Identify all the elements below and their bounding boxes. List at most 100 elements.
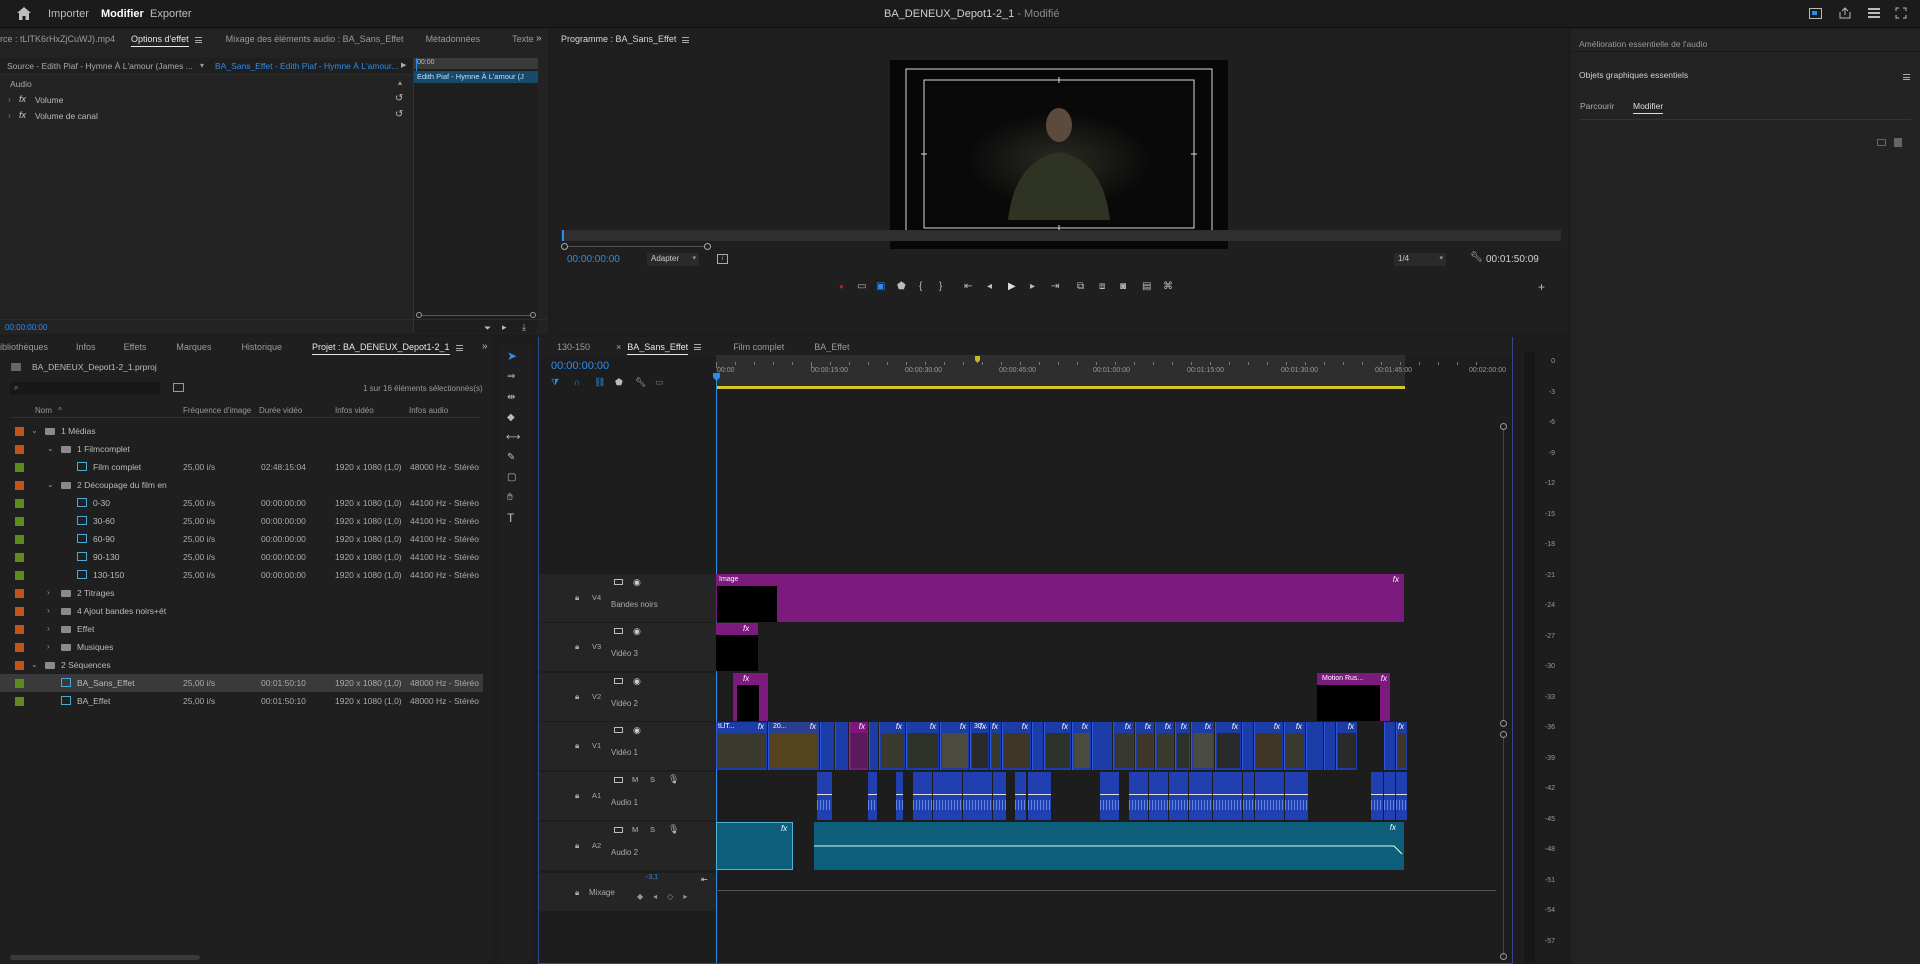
project-item-row[interactable]: BA_Sans_Effet 25,00 i/s 00:01:50:10 1920 x … — [0, 674, 483, 692]
label-color-swatch[interactable] — [15, 643, 24, 652]
v1-clip[interactable]: fx — [1175, 722, 1190, 770]
v1-clip[interactable] — [1032, 722, 1043, 770]
lock-icon[interactable]: 🔒︎ — [575, 741, 579, 751]
project-item-row[interactable]: 130-150 25,00 i/s 00:00:00:00 1920 x 1080 (… — [0, 566, 483, 584]
sync-lock-icon[interactable] — [614, 628, 623, 634]
search-input[interactable]: ⌕ — [10, 382, 160, 395]
workspaces-icon[interactable] — [1868, 8, 1880, 18]
sync-lock-icon[interactable] — [614, 678, 623, 684]
snap-icon[interactable]: ∩ — [574, 377, 580, 387]
project-item-row[interactable]: 0-30 25,00 i/s 00:00:00:00 1920 x 1080 (1,0… — [0, 494, 483, 512]
a1-clip[interactable] — [1100, 772, 1119, 820]
tab-metadata[interactable]: Métadonnées — [418, 29, 489, 49]
tab-edit[interactable]: Modifier — [1633, 101, 1664, 114]
volume-rubber-band[interactable] — [913, 794, 932, 795]
label-color-swatch[interactable] — [15, 445, 24, 454]
play-icon[interactable]: ▶ — [1008, 282, 1016, 292]
microphone-icon[interactable]: 🎙︎ — [668, 774, 679, 785]
keyframe-nav-icons[interactable]: ◆◂◇▸ — [637, 892, 697, 901]
track-id[interactable]: V1 — [592, 741, 601, 750]
more-panels-icon[interactable]: » — [482, 342, 488, 352]
volume-rubber-band[interactable] — [993, 794, 1006, 795]
mark-in-icon[interactable]: { — [919, 282, 922, 292]
label-color-swatch[interactable] — [15, 427, 24, 436]
v1-clip[interactable]: fx — [990, 722, 1001, 770]
expand-arrow-icon[interactable]: › — [47, 584, 50, 602]
v1-clip[interactable]: fx — [1155, 722, 1174, 770]
lock-icon[interactable]: 🔒︎ — [575, 888, 579, 898]
time-ruler[interactable]: 00:00 00:00:15:00 00:00:30:00 00:00:45:00 00… — [716, 355, 1506, 389]
eye-icon[interactable]: ◉ — [633, 676, 641, 687]
v1-clip[interactable]: fx — [879, 722, 905, 770]
v1-clip[interactable]: fx — [906, 722, 939, 770]
a1-clip[interactable] — [1189, 772, 1212, 820]
collapse-arrow-icon[interactable]: ⌄ — [31, 422, 38, 440]
project-folder-row[interactable]: › Musiques — [0, 638, 483, 656]
lock-icon[interactable]: 🔒︎ — [575, 841, 579, 851]
v1-clip[interactable] — [1384, 722, 1395, 770]
track-header-v3[interactable]: 🔒︎ V3 Vidéo 3 ◉ — [539, 623, 716, 671]
mute-button[interactable]: M — [632, 825, 638, 834]
label-color-swatch[interactable] — [15, 661, 24, 670]
eye-icon[interactable]: ◉ — [633, 577, 641, 588]
horizontal-scrollbar[interactable] — [10, 955, 200, 960]
fit-dropdown[interactable]: Adapter ▾ — [647, 253, 699, 266]
sync-lock-icon[interactable] — [614, 777, 623, 783]
delete-layer-icon[interactable] — [1894, 138, 1902, 147]
track-select-tool-icon[interactable]: ⇒ — [507, 372, 515, 382]
program-timecode[interactable]: 00:00:00:00 — [567, 254, 620, 265]
tab-seq-ba-sans-effet[interactable]: × BA_Sans_Effet — [608, 337, 709, 357]
work-area-bar[interactable] — [716, 386, 1405, 389]
timeline-timecode[interactable]: 00:00:00:00 — [551, 360, 609, 372]
volume-rubber-band[interactable] — [1243, 794, 1254, 795]
tab-project[interactable]: Projet : BA_DENEUX_Depot1-2_1 — [304, 337, 471, 357]
project-item-row[interactable]: Film complet 25,00 i/s 02:48:15:04 1920 x 1… — [0, 458, 483, 476]
extract-icon[interactable]: ⧈ — [1099, 282, 1105, 292]
program-video-frame[interactable] — [890, 60, 1228, 249]
solo-button[interactable]: S — [650, 775, 655, 784]
lock-icon[interactable]: 🔒︎ — [575, 593, 579, 603]
hand-tool-icon[interactable]: ✋︎ — [507, 493, 513, 503]
step-back-icon[interactable]: ◂ — [987, 282, 992, 292]
a2-clip-2[interactable]: fx — [814, 822, 1404, 870]
project-item-row[interactable]: 30-60 25,00 i/s 00:00:00:00 1920 x 1080 (1,… — [0, 512, 483, 530]
microphone-icon[interactable]: 🎙︎ — [668, 824, 679, 835]
volume-rubber-band[interactable] — [963, 794, 992, 795]
volume-rubber-band[interactable] — [1285, 794, 1308, 795]
volume-rubber-band[interactable] — [896, 794, 903, 795]
expand-icon[interactable]: › — [8, 111, 11, 120]
effect-timecode[interactable]: 00:00:00:00 — [5, 323, 47, 332]
project-folder-row[interactable]: ⌄ 2 Découpage du film en — [0, 476, 483, 494]
project-folder-row[interactable]: › 2 Titrages — [0, 584, 483, 602]
col-fps[interactable]: Fréquence d'image — [183, 406, 251, 415]
comparison-icon[interactable]: ▤ — [1142, 282, 1151, 292]
collapse-arrow-icon[interactable]: ⌄ — [47, 440, 54, 458]
volume-rubber-band[interactable] — [1189, 794, 1212, 795]
label-color-swatch[interactable] — [15, 463, 24, 472]
program-time-ruler[interactable] — [561, 230, 1561, 241]
project-item-row[interactable]: 60-90 25,00 i/s 00:00:00:00 1920 x 1080 (1,… — [0, 530, 483, 548]
volume-rubber-band[interactable] — [933, 794, 962, 795]
track-header-a2[interactable]: 🔒︎ A2 Audio 2 M S 🎙︎ — [539, 822, 716, 870]
reset-icon[interactable]: ↺ — [395, 109, 403, 120]
collapse-arrow-icon[interactable]: ⌄ — [47, 476, 54, 494]
razor-tool-icon[interactable]: ◆ — [507, 413, 515, 423]
project-folder-row[interactable]: ⌄ 2 Séquences — [0, 656, 483, 674]
lock-icon[interactable]: 🔒︎ — [575, 642, 579, 652]
linked-selection-icon[interactable]: ⛓ — [594, 377, 605, 387]
add-marker-icon[interactable]: ⬟ — [615, 377, 623, 387]
lock-icon[interactable]: 🔒︎ — [575, 791, 579, 801]
volume-rubber-band[interactable] — [1384, 794, 1395, 795]
col-duration[interactable]: Durée vidéo — [259, 406, 302, 415]
volume-rubber-band[interactable] — [868, 794, 877, 795]
share-icon[interactable] — [1839, 7, 1851, 19]
volume-rubber-band[interactable] — [1213, 794, 1242, 795]
rectangle-tool-icon[interactable]: ▢ — [507, 473, 516, 483]
project-folder-row[interactable]: ⌄ 1 Médias — [0, 422, 483, 440]
v1-clip[interactable]: fx — [1072, 722, 1091, 770]
v1-clip[interactable]: fx — [1191, 722, 1214, 770]
tab-seq-film-complet[interactable]: Film complet — [725, 337, 792, 357]
a1-clip[interactable] — [1129, 772, 1148, 820]
label-color-swatch[interactable] — [15, 517, 24, 526]
v1-clip[interactable] — [869, 722, 878, 770]
